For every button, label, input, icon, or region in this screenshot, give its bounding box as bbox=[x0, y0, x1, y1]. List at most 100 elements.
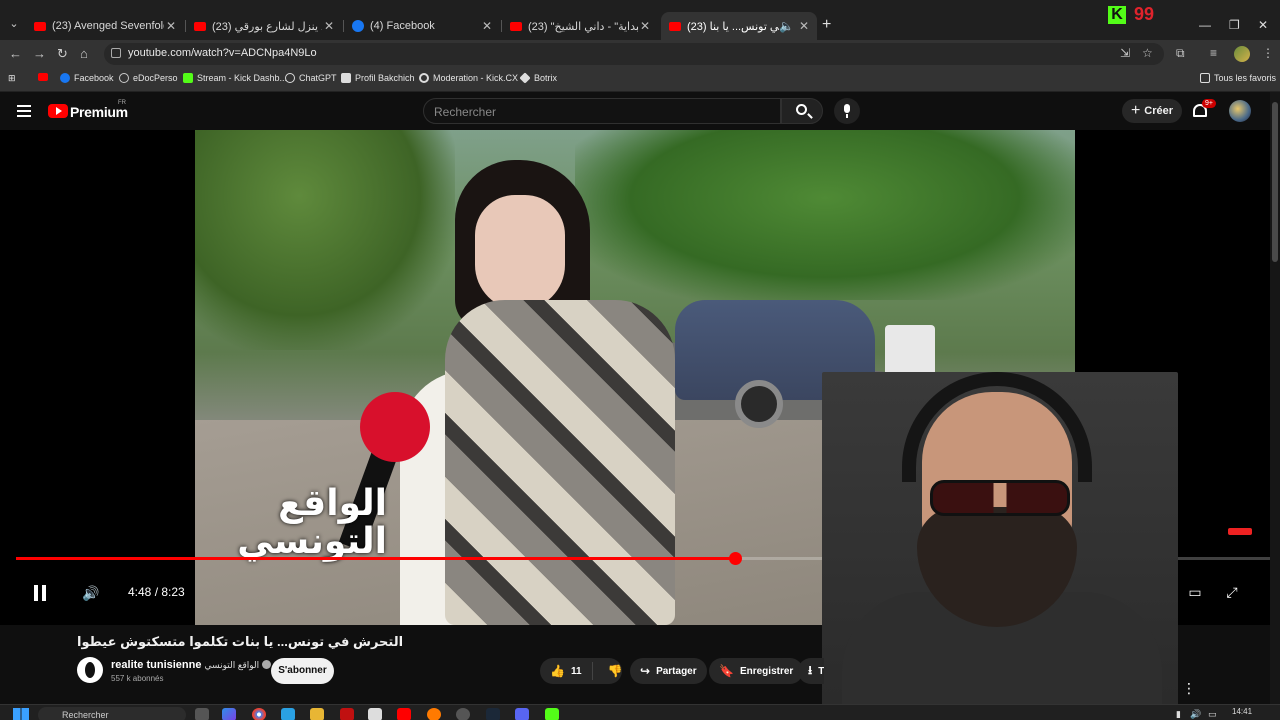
install-app-icon[interactable]: ⇲ bbox=[1120, 46, 1130, 60]
facebook-icon bbox=[352, 20, 364, 32]
store-icon[interactable] bbox=[281, 708, 295, 720]
search-input[interactable]: Rechercher bbox=[423, 98, 781, 124]
bookmark-kick-dashboard[interactable]: Stream - Kick Dashb... bbox=[183, 73, 287, 83]
bookmark-star-icon[interactable]: ☆ bbox=[1142, 46, 1153, 60]
window-close-icon[interactable]: ✕ bbox=[1258, 18, 1268, 32]
restore-icon[interactable]: ❐ bbox=[1229, 18, 1240, 32]
speaker-icon[interactable]: 🔈 bbox=[779, 19, 794, 33]
tab-avenged-sevenfold[interactable]: (23) Avenged Sevenfold - Hail T ✕ bbox=[26, 14, 184, 38]
more-menu-icon[interactable]: ⋮ bbox=[1262, 46, 1274, 60]
discord-icon[interactable] bbox=[515, 708, 529, 720]
bookmark-facebook[interactable]: Facebook bbox=[60, 73, 114, 83]
extensions-icon[interactable]: ⧉ bbox=[1176, 46, 1185, 61]
copilot-icon[interactable] bbox=[222, 708, 236, 720]
bookmark-moderation[interactable]: Moderation - Kick.CX bbox=[419, 73, 518, 83]
save-label: Enregistrer bbox=[739, 665, 794, 677]
tab-title: (23) قيس سعيد ينزل لشارع بورقي bbox=[212, 20, 322, 33]
miniplayer-icon[interactable]: ▭ bbox=[1186, 584, 1204, 602]
task-view-icon[interactable] bbox=[195, 708, 209, 720]
close-icon[interactable]: ✕ bbox=[164, 19, 178, 33]
search-button[interactable] bbox=[781, 98, 823, 124]
new-tab-button[interactable]: + bbox=[822, 16, 831, 34]
network-icon[interactable]: ▮ bbox=[1176, 709, 1181, 720]
bookmark-youtube[interactable] bbox=[38, 73, 52, 81]
page-scrollbar[interactable] bbox=[1270, 92, 1280, 704]
create-button[interactable]: + Créer bbox=[1122, 99, 1182, 123]
like-button[interactable]: 👍 11 bbox=[540, 662, 593, 680]
kick-app-icon[interactable] bbox=[545, 708, 559, 720]
profile-avatar[interactable] bbox=[1234, 46, 1250, 62]
back-arrow-icon[interactable]: ← bbox=[9, 46, 22, 61]
more-actions-icon[interactable]: ⋮ bbox=[1180, 680, 1198, 698]
app-icon-grey[interactable] bbox=[368, 708, 382, 720]
download-button[interactable]: ⭳ T bbox=[798, 658, 824, 684]
close-icon[interactable]: ✕ bbox=[638, 19, 652, 33]
volume-tray-icon[interactable]: 🔊 bbox=[1190, 709, 1201, 720]
bookmark-botrix[interactable]: Botrix bbox=[519, 72, 557, 84]
tab-kais-saied[interactable]: (23) قيس سعيد ينزل لشارع بورقي ✕ bbox=[186, 14, 342, 38]
thumbs-up-icon: 👍 bbox=[550, 664, 565, 678]
forward-arrow-icon[interactable]: → bbox=[33, 46, 46, 61]
reload-icon[interactable]: ↻ bbox=[57, 46, 68, 62]
taskbar-clock[interactable]: 14:41 bbox=[1232, 707, 1252, 716]
webcam-headset bbox=[902, 372, 1092, 482]
bookmark-label: Moderation - Kick.CX bbox=[433, 73, 519, 83]
tab-active-video[interactable]: (23) التحرش في تونس... يا بنا 🔈 ✕ bbox=[661, 12, 817, 40]
menu-hamburger-icon[interactable] bbox=[17, 105, 31, 117]
bookmark-label: Stream - Kick Dashb... bbox=[197, 73, 288, 83]
close-icon[interactable]: ✕ bbox=[322, 19, 336, 33]
youtube-premium-wordmark[interactable]: Premium bbox=[70, 104, 128, 120]
obs-icon[interactable] bbox=[456, 708, 470, 720]
bakchich-icon bbox=[341, 73, 351, 83]
media-controls-icon[interactable]: ≡ bbox=[1210, 46, 1217, 60]
subscribe-button[interactable]: S'abonner bbox=[271, 658, 334, 684]
firefox-icon[interactable] bbox=[427, 708, 441, 720]
create-label: Créer bbox=[1144, 105, 1174, 117]
youtube-app-icon[interactable] bbox=[397, 708, 411, 720]
close-icon[interactable]: ✕ bbox=[480, 19, 494, 33]
thumbs-down-icon: 👎 bbox=[607, 664, 623, 678]
facebook-icon bbox=[60, 73, 70, 83]
voice-search-mic-icon[interactable] bbox=[834, 98, 860, 124]
volume-icon[interactable]: 🔊 bbox=[82, 585, 100, 601]
channel-watermark: الواقع التونسي bbox=[237, 483, 387, 562]
windows-start-icon[interactable] bbox=[13, 708, 29, 720]
file-explorer-icon[interactable] bbox=[310, 708, 324, 720]
channel-name[interactable]: realite tunisienne الواقع التونسي bbox=[111, 659, 272, 671]
tab-search-chevron-icon[interactable]: ⌄ bbox=[6, 16, 22, 32]
apps-grid-icon[interactable]: ⊞ bbox=[8, 73, 16, 84]
chrome-icon[interactable] bbox=[252, 708, 266, 720]
share-button[interactable]: ↪ Partager bbox=[630, 658, 707, 684]
dislike-button[interactable]: 👎 bbox=[599, 664, 632, 678]
scrubber-handle[interactable] bbox=[729, 552, 742, 565]
battery-icon[interactable]: ▭ bbox=[1208, 709, 1217, 720]
home-icon[interactable]: ⌂ bbox=[80, 46, 88, 61]
bookmark-label: Facebook bbox=[74, 73, 114, 83]
app-icon-red[interactable] bbox=[340, 708, 354, 720]
close-icon[interactable]: ✕ bbox=[797, 19, 811, 33]
youtube-masthead: Premium FR Rechercher + Créer 9+ bbox=[0, 92, 1280, 130]
tab-facebook[interactable]: (4) Facebook ✕ bbox=[344, 14, 500, 38]
fullscreen-icon[interactable]: ⤢ bbox=[1223, 584, 1241, 602]
bookmark-chatgpt[interactable]: ChatGPT bbox=[285, 73, 337, 83]
tab-dani-cheikh[interactable]: (23) "أغنية البداية" - داني الشيخ ✕ bbox=[502, 14, 658, 38]
bookmark-bakchich[interactable]: Profil Bakchich bbox=[341, 73, 415, 83]
scrollbar-thumb[interactable] bbox=[1272, 102, 1278, 262]
site-info-icon[interactable] bbox=[111, 48, 121, 58]
browser-toolbar: ← → ↻ ⌂ youtube.com/watch?v=ADCNpa4N9Lo … bbox=[0, 40, 1280, 68]
kick-icon bbox=[183, 73, 193, 83]
bookmark-edocperso[interactable]: eDocPerso bbox=[119, 73, 178, 83]
channel-avatar[interactable] bbox=[77, 657, 103, 683]
address-bar[interactable]: youtube.com/watch?v=ADCNpa4N9Lo bbox=[104, 43, 1164, 65]
youtube-logo-icon[interactable] bbox=[48, 104, 68, 118]
minimize-icon[interactable]: — bbox=[1199, 18, 1211, 32]
pause-icon[interactable] bbox=[33, 585, 47, 601]
all-bookmarks-folder[interactable]: Tous les favoris bbox=[1200, 73, 1276, 83]
save-button[interactable]: 🔖 Enregistrer bbox=[709, 658, 804, 684]
account-avatar[interactable] bbox=[1229, 100, 1251, 122]
interviewee-scarf bbox=[445, 300, 675, 625]
tab-title: (4) Facebook bbox=[370, 20, 435, 32]
video-title: التحرش في تونس... يا بنات تكلموا متسكتوش… bbox=[77, 634, 404, 649]
taskbar-search-input[interactable]: Rechercher bbox=[38, 707, 186, 720]
steam-icon[interactable] bbox=[486, 708, 500, 720]
